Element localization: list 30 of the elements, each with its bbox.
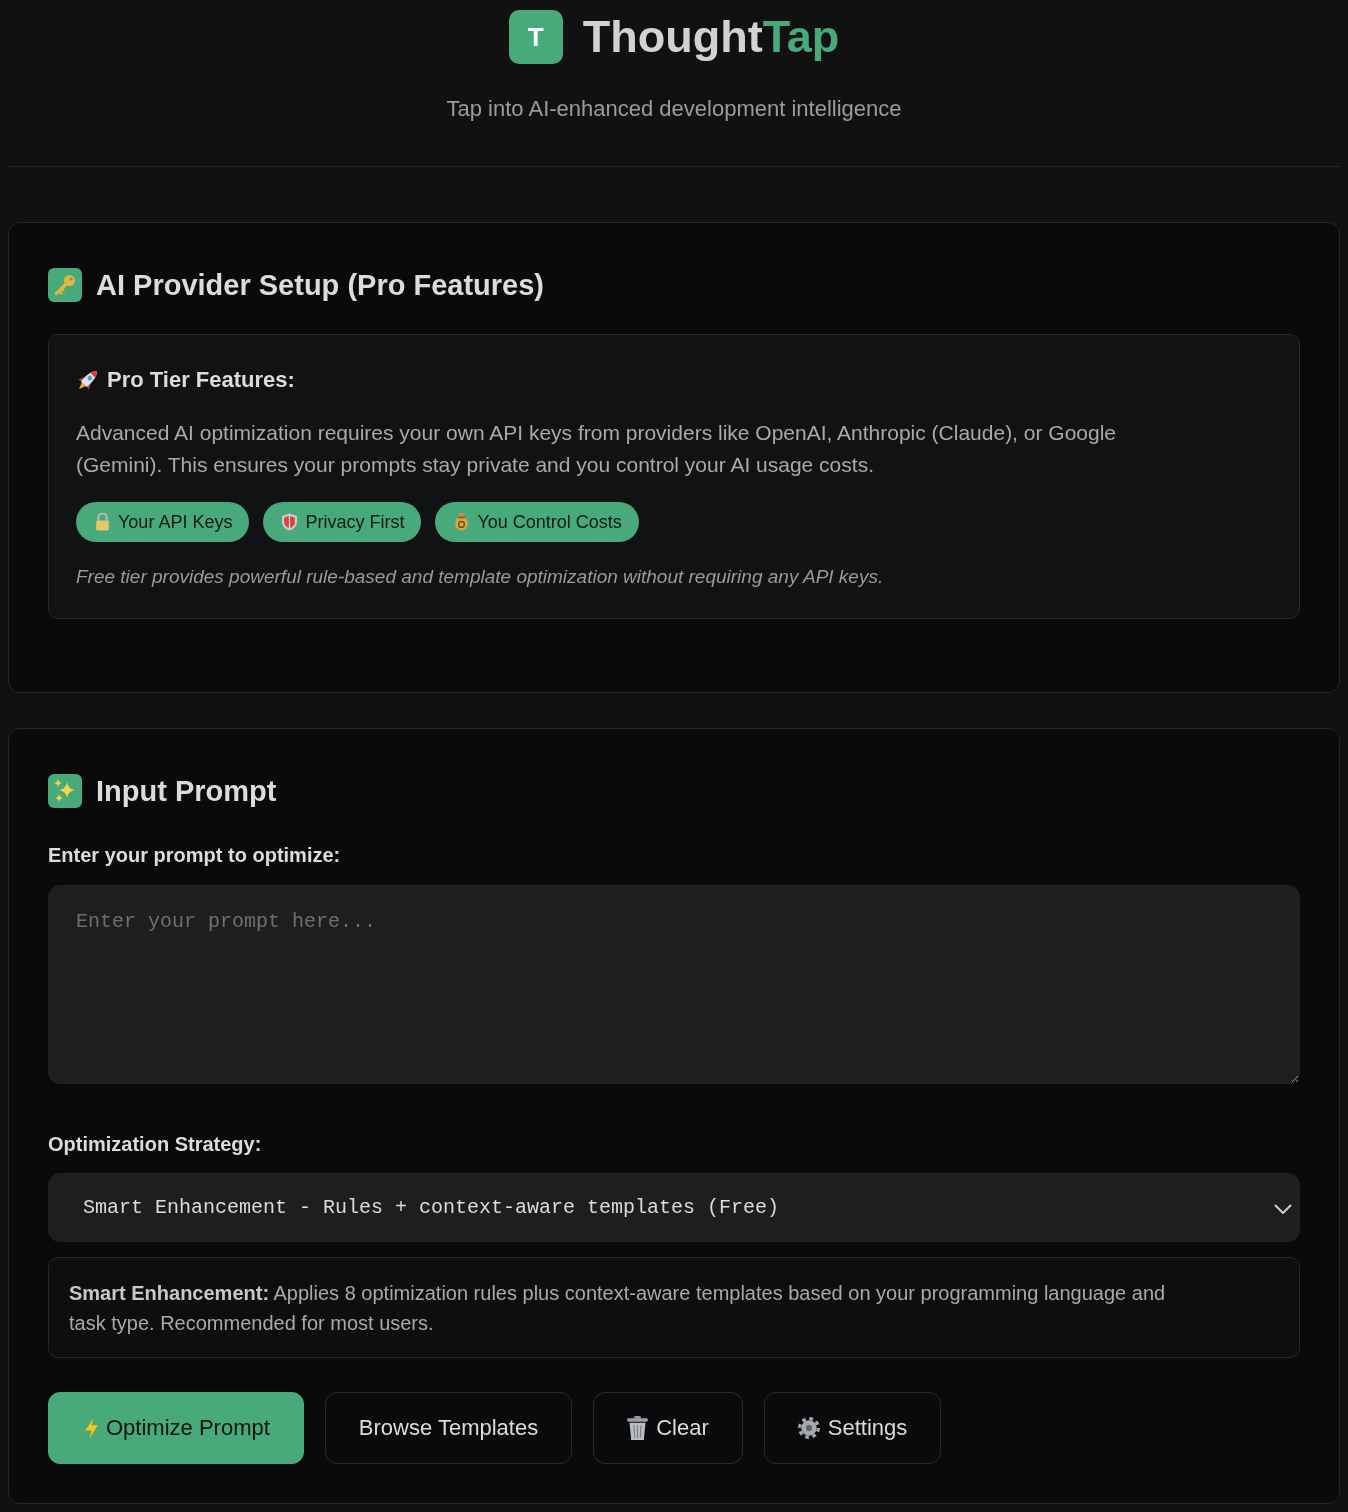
- section-title: AI Provider Setup (Pro Features): [96, 268, 544, 303]
- feature-name: Privacy First: [305, 511, 405, 533]
- trash-icon: [627, 1416, 649, 1440]
- strategy-select[interactable]: Smart Enhancement - Rules + context-aware templates (Free): [48, 1173, 1300, 1242]
- app-subtitle: Tap into AI-enhanced development intelligence: [446, 96, 902, 122]
- money-bag-icon: [454, 513, 470, 531]
- chevron-down-icon: [1274, 1204, 1292, 1214]
- feature-name: Your API Keys: [118, 511, 233, 533]
- free-tier-note: Free tier provides powerful rule-based and template optimization without requiring any API keys.: [76, 565, 885, 589]
- optimize-button[interactable]: Optimize Prompt: [48, 1392, 304, 1464]
- clear-button[interactable]: Clear: [593, 1392, 743, 1464]
- logo-mark: T: [508, 10, 563, 64]
- rocket-icon: [76, 368, 100, 392]
- sparkles-icon: [48, 774, 82, 808]
- app-title: ThoughtTap: [582, 10, 840, 64]
- templates-button[interactable]: Browse Templates: [324, 1392, 573, 1464]
- strategy-label: Optimization Strategy:: [48, 1132, 263, 1157]
- settings-button[interactable]: Settings: [763, 1392, 942, 1464]
- padlock-icon: [95, 513, 110, 531]
- feature-name: You Control Costs: [477, 511, 622, 533]
- prompt-label: Enter your prompt to optimize:: [48, 843, 342, 868]
- info-description: Advanced AI optimization requires your own API keys from providers like OpenAI, Anthropic (Claude), or Google (Gemini). This ensures your prompts stay private and you control your AI usage costs.: [76, 420, 1117, 478]
- strategy-description: Smart Enhancement: Applies 8 optimization rules plus context-aware templates based on your programming language and task type. Recommended for most users.: [69, 1281, 1167, 1336]
- gear-icon: [797, 1417, 820, 1439]
- info-heading: Pro Tier Features:: [107, 366, 295, 394]
- key-icon: [48, 268, 82, 302]
- prompt-input[interactable]: Enter your prompt here...: [48, 885, 1300, 1084]
- section-title: Input Prompt: [96, 774, 277, 809]
- lightning-icon: [85, 1417, 98, 1439]
- shield-icon: [282, 513, 298, 531]
